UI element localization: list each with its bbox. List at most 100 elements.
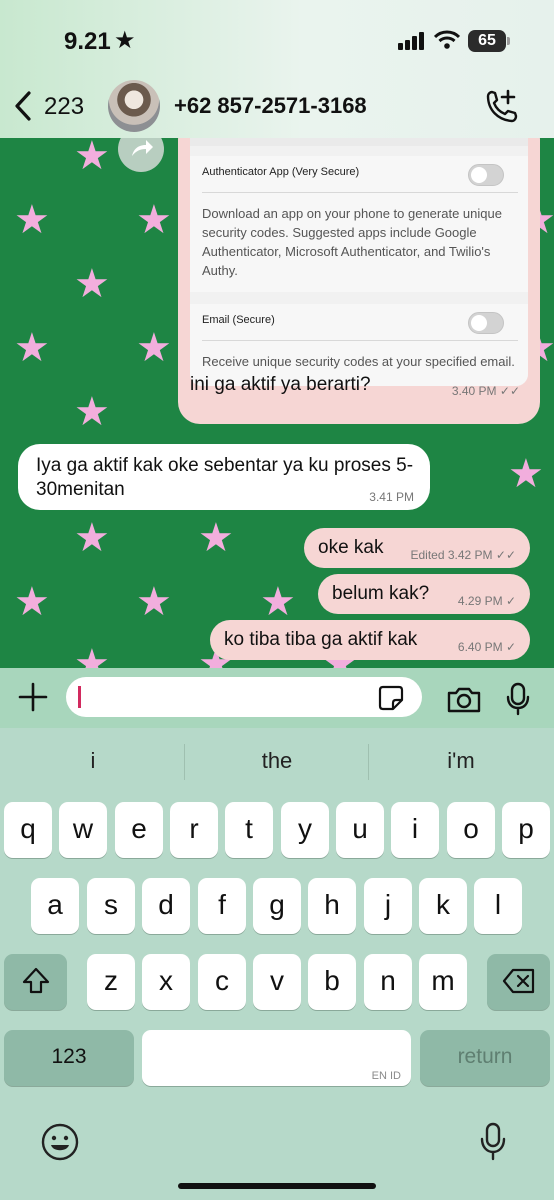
shift-icon [22, 967, 49, 994]
message-bubble-outgoing[interactable]: ko tiba tiba ga aktif kak 6.40 PM ✓ [210, 620, 530, 660]
suggestion-1[interactable]: i [13, 748, 173, 774]
screenshot-top-edge [190, 138, 528, 146]
email-option-title: Email (Secure) [202, 314, 275, 326]
key-s[interactable]: s [87, 878, 135, 934]
suggestion-divider [184, 744, 185, 780]
message-text: Iya ga aktif kak oke sebentar ya ku pros… [36, 455, 414, 500]
suggestion-2[interactable]: the [197, 748, 357, 774]
wallpaper-star: ★ [136, 198, 172, 242]
message-text: belum kak? [332, 583, 430, 604]
message-input-bar [0, 668, 554, 728]
wallpaper-star: ★ [14, 326, 50, 370]
key-c[interactable]: c [198, 954, 246, 1010]
authenticator-option-title: Authenticator App (Very Secure) [202, 166, 360, 178]
authenticator-option-body: Download an app on your phone to generat… [202, 206, 502, 278]
share-icon[interactable] [118, 138, 164, 172]
contact-name[interactable]: +62 857-2571-3168 [174, 93, 367, 119]
attached-screenshot[interactable]: Authenticator App (Very Secure) Download… [190, 138, 528, 386]
key-e[interactable]: e [115, 802, 163, 858]
sticker-icon[interactable] [378, 685, 404, 711]
email-toggle [468, 312, 504, 334]
key-u[interactable]: u [336, 802, 384, 858]
key-y[interactable]: y [281, 802, 329, 858]
key-w[interactable]: w [59, 802, 107, 858]
cellular-signal-icon [398, 32, 426, 50]
back-unread-count[interactable]: 223 [44, 93, 84, 121]
suggestion-divider [368, 744, 369, 780]
text-caret [78, 686, 81, 708]
key-z[interactable]: z [87, 954, 135, 1010]
wallpaper-star: ★ [136, 580, 172, 624]
divider [202, 192, 518, 193]
wallpaper-star: ★ [508, 452, 544, 496]
shift-key[interactable] [4, 954, 67, 1010]
suggestion-3[interactable]: i'm [381, 748, 541, 774]
battery-level: 65 [468, 30, 506, 52]
message-bubble-outgoing[interactable]: Authenticator App (Very Secure) Download… [178, 138, 540, 424]
wifi-icon [434, 30, 460, 49]
key-n[interactable]: n [364, 954, 412, 1010]
key-q[interactable]: q [4, 802, 52, 858]
wallpaper-star: ★ [260, 580, 296, 624]
return-key[interactable]: return [420, 1030, 550, 1086]
message-bubble-outgoing[interactable]: belum kak? 4.29 PM ✓ [318, 574, 530, 614]
camera-icon[interactable] [446, 686, 482, 714]
backspace-key[interactable] [487, 954, 550, 1010]
key-o[interactable]: o [447, 802, 495, 858]
message-timestamp: Edited 3.42 PM ✓✓ [410, 548, 517, 562]
authenticator-option-card: Authenticator App (Very Secure) Download… [190, 156, 528, 292]
backspace-icon [502, 968, 534, 994]
emoji-icon[interactable] [40, 1122, 80, 1162]
key-t[interactable]: t [225, 802, 273, 858]
wallpaper-star: ★ [198, 516, 234, 560]
message-text: ini ga aktif ya berarti? [190, 374, 371, 395]
key-h[interactable]: h [308, 878, 356, 934]
wallpaper-star: ★ [136, 326, 172, 370]
key-k[interactable]: k [419, 878, 467, 934]
message-timestamp: 4.29 PM ✓ [457, 594, 516, 608]
add-call-icon[interactable] [482, 88, 520, 124]
space-key[interactable]: EN ID [142, 1030, 411, 1086]
message-timestamp: 6.40 PM ✓ [457, 640, 516, 654]
contact-avatar[interactable] [108, 80, 160, 132]
key-j[interactable]: j [364, 878, 412, 934]
message-bubble-incoming[interactable]: Iya ga aktif kak oke sebentar ya ku pros… [18, 444, 430, 510]
keyboard: i the i'm q w e r t y u i o p a s d f g … [0, 728, 554, 1200]
wallpaper-star: ★ [74, 642, 110, 668]
chat-area[interactable]: ★ ★ ★ ★ ★ ★ ★ ★ ★ ★ ★ ★ ★ ★ ★ ★ ★ ★ Auth… [0, 138, 554, 668]
divider [202, 340, 518, 341]
numbers-key[interactable]: 123 [4, 1030, 134, 1086]
key-x[interactable]: x [142, 954, 190, 1010]
key-l[interactable]: l [474, 878, 522, 934]
key-b[interactable]: b [308, 954, 356, 1010]
wallpaper-star: ★ [74, 138, 110, 178]
battery-tip [507, 37, 510, 45]
key-d[interactable]: d [142, 878, 190, 934]
back-chevron-icon[interactable] [12, 90, 34, 122]
wallpaper-star: ★ [74, 390, 110, 434]
focus-star-icon: ★ [114, 27, 136, 54]
message-input[interactable] [66, 677, 422, 717]
wallpaper-star: ★ [14, 198, 50, 242]
wallpaper-star: ★ [74, 516, 110, 560]
wallpaper-star: ★ [14, 580, 50, 624]
key-r[interactable]: r [170, 802, 218, 858]
authenticator-toggle [468, 164, 504, 186]
key-g[interactable]: g [253, 878, 301, 934]
message-bubble-outgoing[interactable]: oke kak Edited 3.42 PM ✓✓ [304, 528, 530, 568]
email-option-body: Receive unique security codes at your sp… [202, 354, 515, 369]
microphone-icon[interactable] [506, 682, 530, 716]
key-a[interactable]: a [31, 878, 79, 934]
chat-header: 9.21 ★ 65 223 +62 857-2571-3168 [0, 0, 554, 138]
key-f[interactable]: f [198, 878, 246, 934]
message-timestamp: 3.41 PM [369, 490, 414, 504]
key-v[interactable]: v [253, 954, 301, 1010]
key-p[interactable]: p [502, 802, 550, 858]
plus-icon[interactable] [18, 682, 48, 712]
message-text: ko tiba tiba ga aktif kak [224, 629, 418, 650]
key-m[interactable]: m [419, 954, 467, 1010]
status-time: 9.21 [64, 28, 111, 55]
keyboard-language: EN ID [371, 1070, 401, 1082]
key-i[interactable]: i [391, 802, 439, 858]
dictation-microphone-icon[interactable] [480, 1122, 506, 1162]
